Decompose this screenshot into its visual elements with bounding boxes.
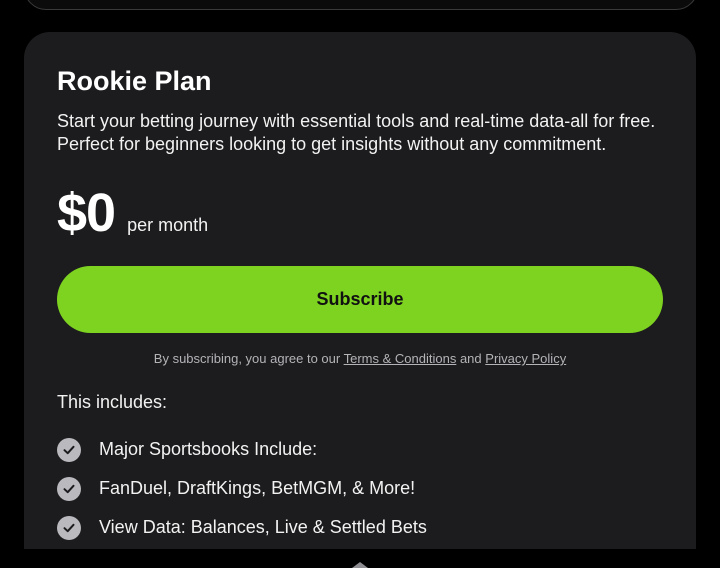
privacy-link[interactable]: Privacy Policy [485,351,566,366]
plan-description-line-1: Start your betting journey with essentia… [57,111,656,131]
price-row: $0 per month [57,182,208,244]
terms-link[interactable]: Terms & Conditions [344,351,457,366]
feature-item: Major Sportsbooks Include: [57,430,427,469]
page: Rookie Plan Start your betting journey w… [0,0,720,568]
subscribe-button[interactable]: Subscribe [57,266,663,333]
check-circle-icon [57,515,81,540]
previous-plan-card[interactable] [24,0,698,10]
plan-description: Start your betting journey with essentia… [57,110,677,156]
legal-and: and [459,351,482,366]
legal-notice: By subscribing, you agree to our Terms &… [24,351,696,366]
feature-item: FanDuel, DraftKings, BetMGM, & More! [57,469,427,508]
plan-title: Rookie Plan [57,66,212,96]
feature-list: Major Sportsbooks Include: FanDuel, Draf… [57,430,427,568]
plan-description-line-2: Perfect for beginners looking to get ins… [57,134,607,154]
legal-prefix: By subscribing, you agree to our [153,351,341,366]
check-circle-icon [57,476,81,501]
scroll-up-indicator-icon[interactable] [352,562,368,568]
feature-item: View Data: Balances, Live & Settled Bets [57,508,427,547]
feature-label: FanDuel, DraftKings, BetMGM, & More! [99,478,416,498]
check-circle-icon [57,437,81,462]
rookie-plan-card: Rookie Plan Start your betting journey w… [24,32,696,568]
feature-label: View Data: Balances, Live & Settled Bets [99,517,427,537]
price-period: per month [127,215,209,235]
price-amount: $0 [57,183,116,243]
feature-label: Major Sportsbooks Include: [99,439,318,459]
includes-heading: This includes: [57,392,168,412]
